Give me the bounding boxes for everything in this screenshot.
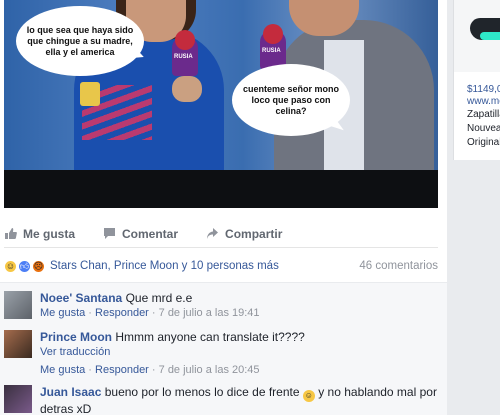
comment-like-link[interactable]: Me gusta	[40, 307, 85, 319]
comment-reply-link[interactable]: Responder	[95, 307, 149, 319]
comment-body: Prince Moon Hmmm anyone can translate it…	[40, 330, 438, 378]
player-hand	[172, 76, 202, 102]
share-label: Compartir	[225, 226, 283, 241]
comment-icon	[103, 227, 116, 240]
right-column: $1149,00 www.me Zapatillas Nouveau Origi…	[447, 0, 500, 415]
avatar[interactable]	[4, 385, 32, 413]
comment-label: Comentar	[122, 226, 179, 241]
comment-body: Noee' Santana Que mrd e.e Me gusta · Res…	[40, 291, 438, 321]
comment-translation-row: Ver traducción	[40, 345, 438, 360]
mic-tag: RUSIA	[174, 54, 193, 60]
post-card: RUSIA RUSIA lo que sea que haya sido que…	[0, 0, 447, 415]
reaction-names[interactable]: Stars Chan, Prince Moon y 10 personas má…	[50, 260, 279, 272]
comment-meta: Me gusta · Responder · 7 de julio a las …	[40, 307, 260, 319]
like-label: Me gusta	[23, 226, 76, 241]
mic-tag: RUSIA	[262, 48, 281, 54]
comment-button[interactable]: Comentar	[103, 227, 178, 241]
ad-price[interactable]: $1149,00	[467, 84, 500, 95]
ad-text-line: Nouveau	[467, 123, 500, 134]
angry-reaction-icon: ☹	[32, 259, 45, 273]
comment-timestamp[interactable]: 7 de julio a las 20:45	[159, 364, 260, 376]
sneaker-image	[470, 18, 500, 40]
ad-text-line: Zapatillas	[467, 109, 500, 120]
like-reaction-icon: 👍︎	[18, 259, 31, 273]
ad-image[interactable]	[454, 0, 500, 72]
like-button[interactable]: Me gusta	[4, 227, 75, 241]
avatar[interactable]	[4, 291, 32, 319]
image-letterbox	[4, 170, 438, 208]
comment-author[interactable]: Prince Moon	[40, 330, 112, 344]
see-translation-link[interactable]: Ver traducción	[40, 346, 110, 358]
thumbs-up-icon	[4, 227, 17, 240]
comment-body: Juan Isaac bueno por lo menos lo dice de…	[40, 385, 438, 415]
post-image[interactable]: RUSIA RUSIA lo que sea que haya sido que…	[4, 0, 438, 208]
comment-reply-link[interactable]: Responder	[95, 364, 149, 376]
jersey-badge	[80, 82, 100, 106]
ad-text-line: Original	[467, 137, 500, 148]
avatar[interactable]	[4, 330, 32, 358]
comment-like-link[interactable]: Me gusta	[40, 364, 85, 376]
sponsored-ad[interactable]: $1149,00 www.me Zapatillas Nouveau Origi…	[453, 0, 500, 160]
comment-meta: Me gusta · Responder · 7 de julio a las …	[40, 364, 260, 376]
ad-link[interactable]: www.me	[467, 96, 500, 107]
speech-bubble-left: lo que sea que haya sido que chingue a s…	[16, 6, 144, 76]
microphone-icon: RUSIA	[172, 30, 198, 76]
comment-count[interactable]: 46 comentarios	[359, 260, 438, 272]
comment-timestamp[interactable]: 7 de julio a las 19:41	[159, 307, 260, 319]
share-button[interactable]: Compartir	[206, 227, 282, 241]
post-actions-bar: Me gusta Comentar Compartir	[4, 220, 438, 248]
comment-text: Hmmm anyone can translate it????	[115, 330, 305, 344]
comment-text: Que mrd e.e	[125, 291, 193, 305]
comment-author[interactable]: Juan Isaac	[40, 385, 101, 399]
haha-reaction-icon: ☺	[4, 259, 17, 273]
comments-section: Noee' Santana Que mrd e.e Me gusta · Res…	[0, 282, 447, 415]
grimace-emoji-icon: ☺	[302, 390, 315, 402]
speech-bubble-right: cuenteme señor mono loco que paso con ce…	[232, 64, 350, 136]
comment-author[interactable]: Noee' Santana	[40, 291, 122, 305]
share-arrow-icon	[206, 227, 219, 240]
reactions-summary[interactable]: ☺ 👍︎ ☹ Stars Chan, Prince Moon y 10 pers…	[4, 256, 438, 276]
comment-text: bueno por lo menos lo dice de frente	[104, 385, 300, 399]
